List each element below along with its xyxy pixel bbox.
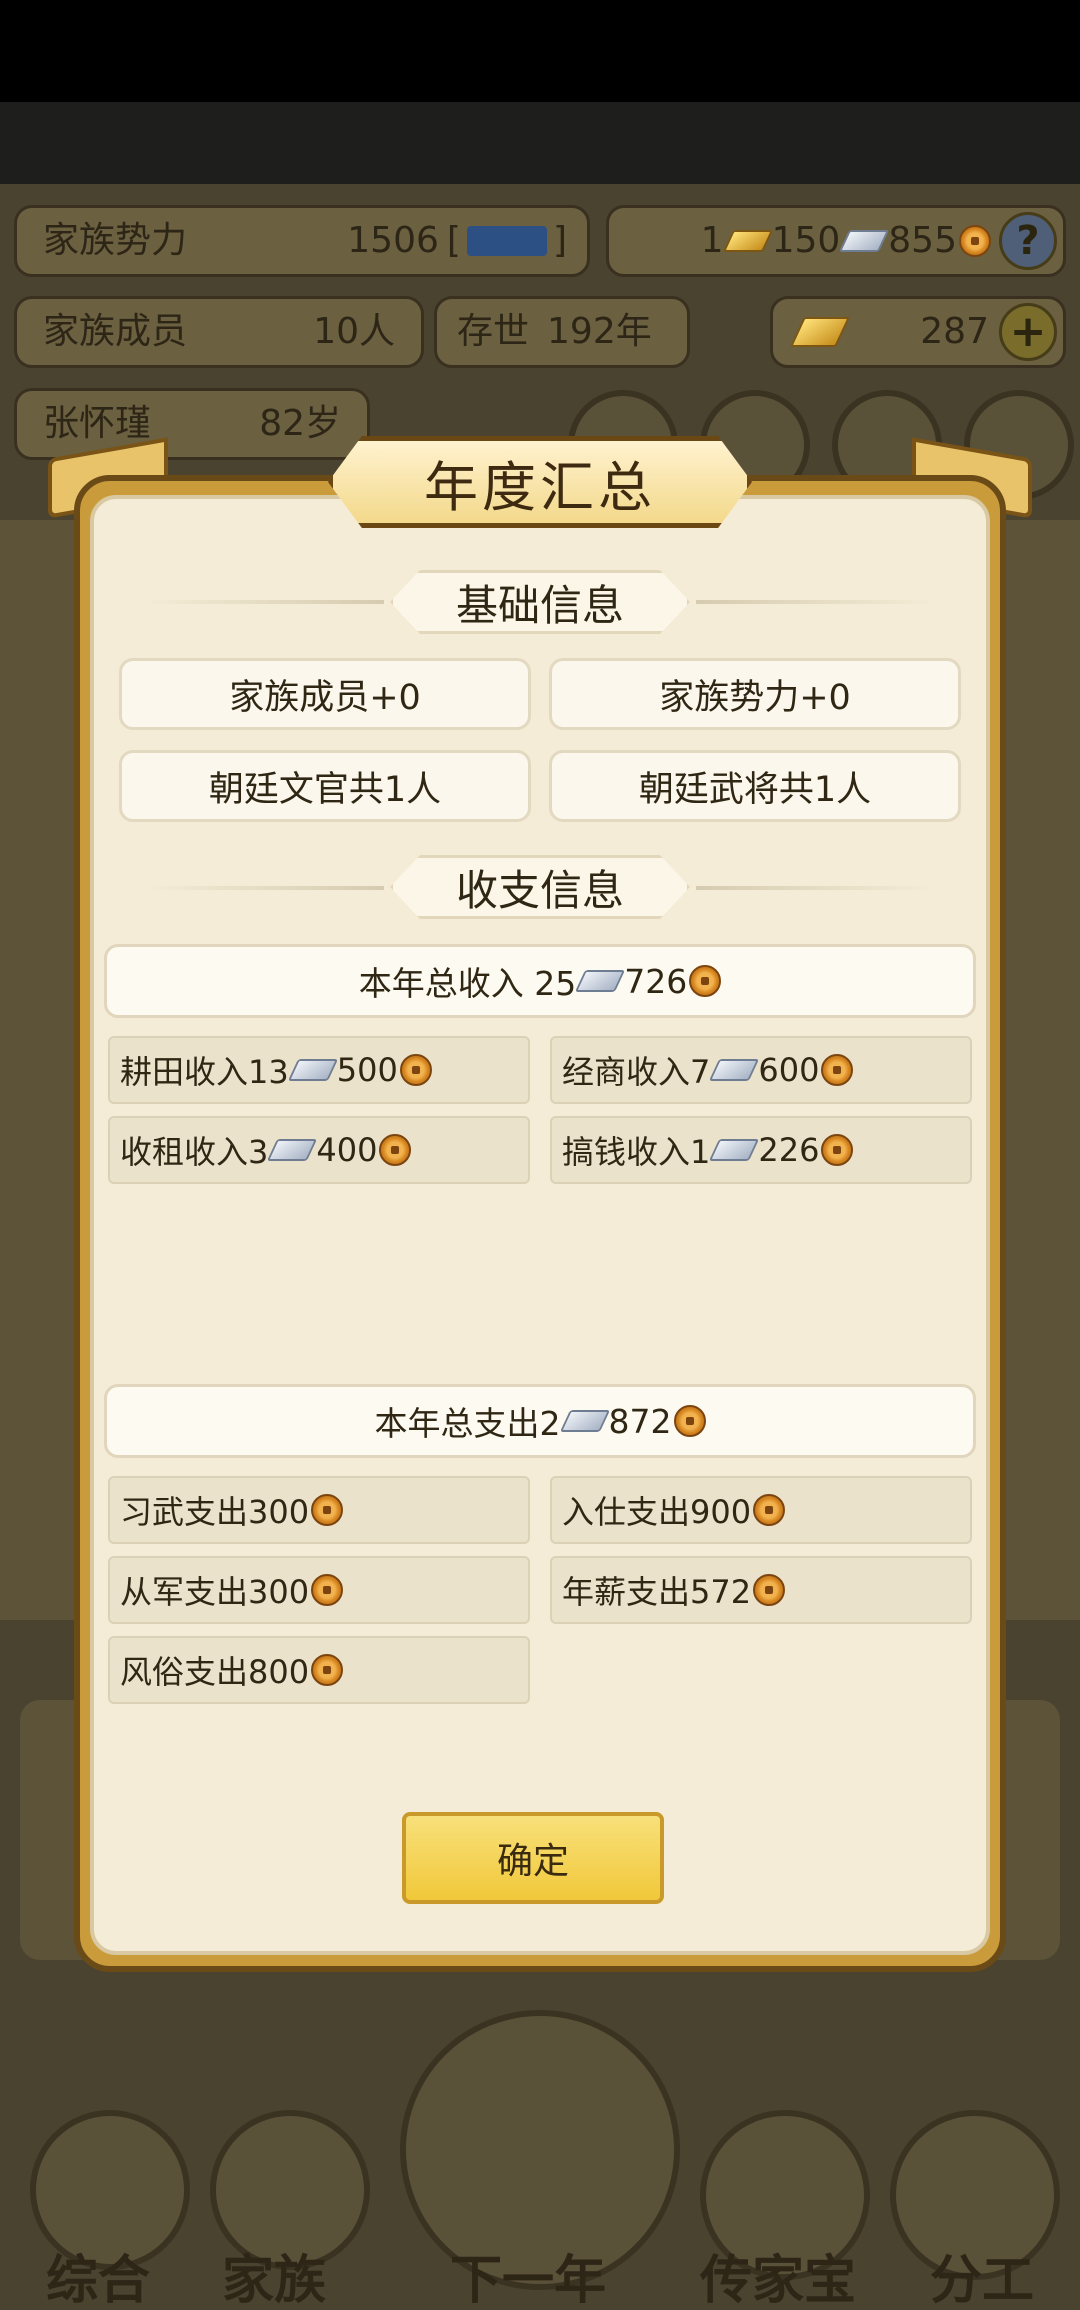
bg-leader-name: 张怀瑾 (43, 403, 152, 444)
bg-left-event-strip (0, 520, 84, 1620)
gold-bar-icon (722, 230, 773, 252)
income-trade: 经商收入7 600 (550, 1036, 972, 1104)
coin-icon (311, 1574, 344, 1606)
silver-bar-icon (575, 970, 626, 992)
tab-assignment[interactable]: 分工 (930, 2238, 1034, 2310)
coin-icon (673, 1405, 706, 1437)
bg-gold-count: 1 (700, 220, 724, 261)
dialog-title: 年度汇总 (424, 455, 656, 519)
section-divider-right (696, 600, 936, 604)
bg-power-label: 家族势力 (43, 220, 188, 261)
bg-power-panel: 家族势力 1506 [ ] (14, 205, 590, 277)
confirm-button[interactable]: 确定 (402, 1812, 664, 1904)
coin-icon (311, 1654, 344, 1686)
expense-salary-label: 年薪支出572 (562, 1573, 752, 1611)
top-strip (0, 102, 1080, 184)
finance-info-header: 收支信息 (390, 855, 690, 919)
family-members-change: 家族成员+0 (119, 658, 531, 730)
tab-heirloom[interactable]: 传家宝 (700, 2238, 856, 2310)
tab-next-year[interactable]: 下一年 (450, 2238, 606, 2310)
income-trade-label: 经商收入7 (562, 1053, 711, 1091)
silver-bar-icon (267, 1139, 318, 1161)
basic-info-title: 基础信息 (455, 580, 624, 630)
status-bar (0, 0, 1080, 102)
income-rent-label: 收租收入3 (120, 1133, 269, 1171)
expense-martial: 习武支出300 (108, 1476, 530, 1544)
basic-info-header: 基础信息 (390, 570, 690, 634)
income-rent: 收租收入3 400 (108, 1116, 530, 1184)
income-moneymaking: 搞钱收入1 226 (550, 1116, 972, 1184)
section-divider-left-2 (144, 886, 384, 890)
bg-power-rank-badge (466, 226, 547, 256)
civil-officials-count: 朝廷文官共1人 (119, 750, 531, 822)
income-trade-coin: 600 (758, 1051, 820, 1089)
section-divider-left (144, 600, 384, 604)
bg-members-panel: 家族成员 10人 (14, 296, 424, 368)
bg-exist-label: 存世 (457, 311, 530, 352)
income-rent-coin: 400 (316, 1131, 378, 1169)
expense-official: 入仕支出900 (550, 1476, 972, 1544)
income-total-coin: 726 (624, 961, 688, 1001)
military-generals-count: 朝廷武将共1人 (549, 750, 961, 822)
expense-total-coin: 872 (608, 1401, 672, 1441)
bg-right-event-strip (1000, 520, 1080, 1620)
finance-info-plate: 收支信息 (390, 855, 690, 919)
income-farming-coin: 500 (336, 1051, 398, 1089)
coin-icon (959, 225, 991, 257)
silver-bar-icon (839, 230, 890, 252)
silver-bar-icon (287, 1059, 338, 1081)
bg-ingot-panel: 287 + (770, 296, 1066, 368)
bg-power-bracket-open: [ (446, 220, 461, 261)
family-power-change: 家族势力+0 (549, 658, 961, 730)
expense-military-label: 从军支出300 (120, 1573, 310, 1611)
coin-icon (399, 1054, 432, 1086)
income-farming-label: 耕田收入13 (120, 1053, 289, 1091)
bg-exist-value: 192年 (547, 311, 652, 352)
expense-total-label: 本年总支出2 (374, 1404, 561, 1443)
coin-icon (821, 1134, 854, 1166)
coin-icon (753, 1494, 786, 1526)
silver-bar-icon (559, 1410, 610, 1432)
bg-coin-count: 855 (888, 220, 957, 261)
bg-leader-panel: 张怀瑾 82岁 (14, 388, 370, 460)
help-button[interactable]: ? (999, 212, 1057, 270)
tab-overview[interactable]: 综合 (46, 2238, 150, 2310)
expense-custom-label: 风俗支出800 (120, 1653, 310, 1691)
coin-icon (821, 1054, 854, 1086)
coin-icon (753, 1574, 786, 1606)
bg-leader-age: 82岁 (259, 403, 341, 444)
basic-info-plate: 基础信息 (390, 570, 690, 634)
bg-members-label: 家族成员 (43, 311, 188, 352)
coin-icon (379, 1134, 412, 1166)
ingot-icon (790, 317, 850, 347)
silver-bar-icon (709, 1139, 760, 1161)
expense-martial-label: 习武支出300 (120, 1493, 310, 1531)
finance-info-title: 收支信息 (455, 865, 624, 915)
expense-total-row: 本年总支出2 872 (104, 1384, 976, 1458)
tab-family[interactable]: 家族 (222, 2238, 326, 2310)
expense-military: 从军支出300 (108, 1556, 530, 1624)
income-moneymaking-label: 搞钱收入1 (562, 1133, 711, 1171)
bg-exist-panel: 存世 192年 (434, 296, 690, 368)
expense-official-label: 入仕支出900 (562, 1493, 752, 1531)
section-divider-right-2 (696, 886, 936, 890)
bg-currency-panel: 1 150 855 ? (606, 205, 1066, 277)
income-total-label: 本年总收入 25 (358, 964, 577, 1003)
bg-ingot-value: 287 (920, 311, 989, 352)
dialog-title-plate: 年度汇总 (328, 436, 752, 528)
add-ingot-button[interactable]: + (999, 303, 1057, 361)
coin-icon (311, 1494, 344, 1526)
expense-custom: 风俗支出800 (108, 1636, 530, 1704)
bg-members-value: 10人 (313, 311, 395, 352)
bg-power-value: 1506 (347, 220, 439, 261)
coin-icon (689, 965, 722, 997)
income-moneymaking-coin: 226 (758, 1131, 820, 1169)
income-farming: 耕田收入13 500 (108, 1036, 530, 1104)
bg-power-bracket-close: ] (552, 220, 567, 261)
silver-bar-icon (709, 1059, 760, 1081)
expense-salary: 年薪支出572 (550, 1556, 972, 1624)
income-total-row: 本年总收入 25 726 (104, 944, 976, 1018)
bg-silver-count: 150 (771, 220, 841, 261)
